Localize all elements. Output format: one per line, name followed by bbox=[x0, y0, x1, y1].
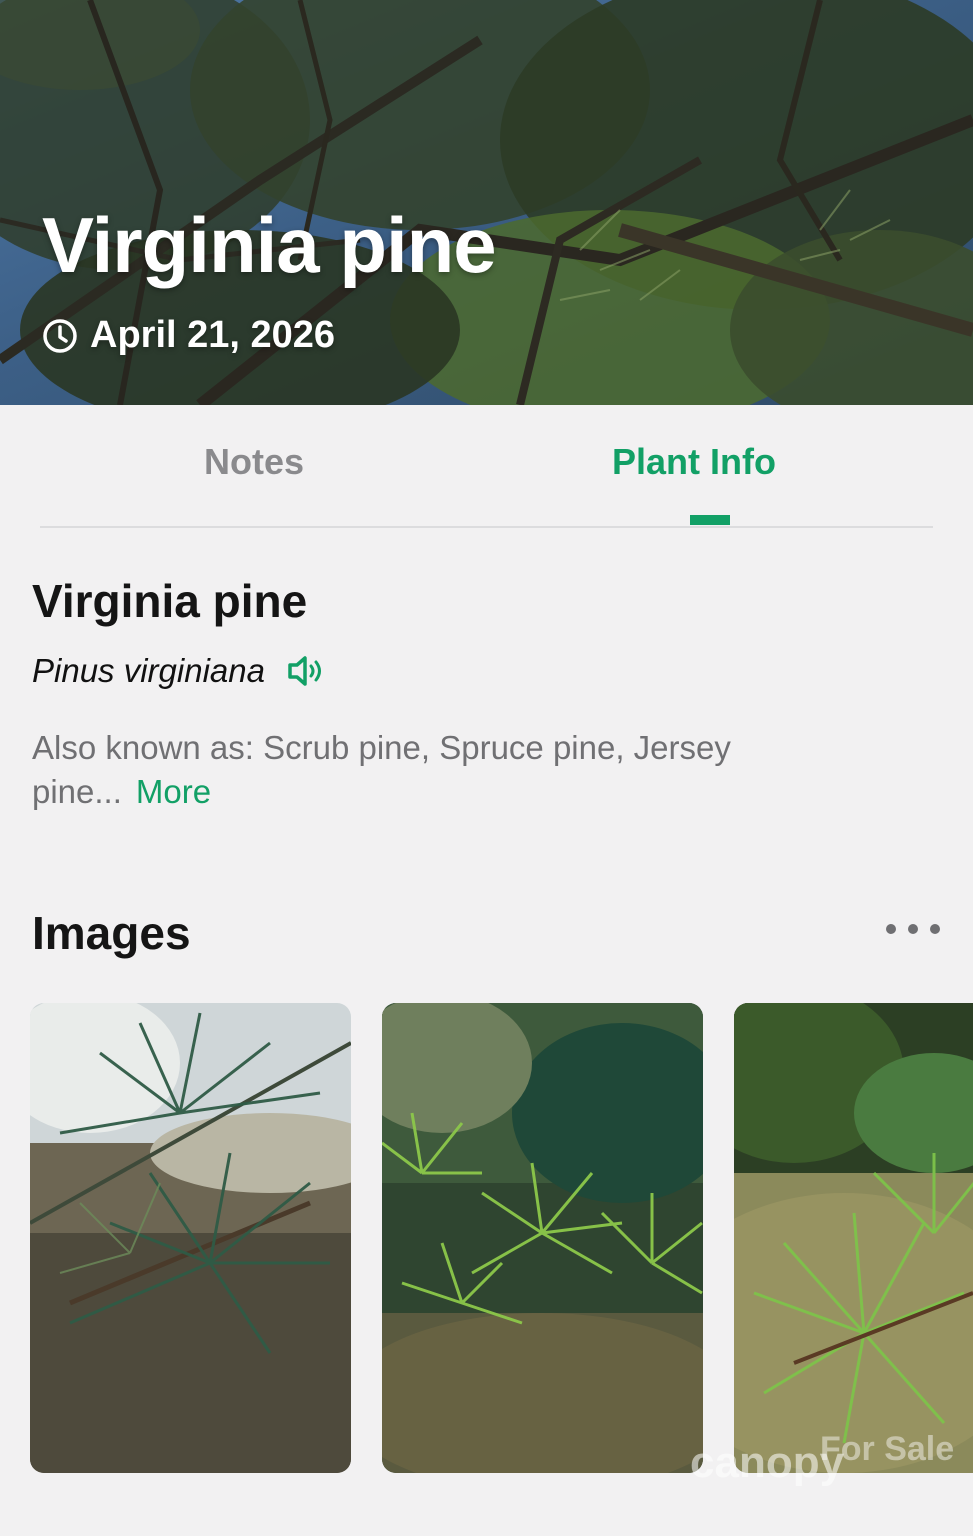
hero-date: April 21, 2026 bbox=[42, 314, 335, 357]
scientific-name-row: Pinus virginiana bbox=[32, 652, 325, 690]
tab-plant-info[interactable]: Plant Info bbox=[612, 441, 776, 483]
hero-image: Virginia pine April 21, 2026 bbox=[0, 0, 973, 405]
images-section-title: Images bbox=[32, 907, 191, 959]
plant-common-name: Virginia pine bbox=[32, 575, 308, 627]
tab-divider bbox=[40, 526, 933, 528]
plant-image-1[interactable] bbox=[30, 1003, 351, 1473]
more-link[interactable]: More bbox=[136, 773, 211, 810]
also-known-as: Also known as: Scrub pine, Spruce pine, … bbox=[32, 726, 852, 814]
hero-title: Virginia pine bbox=[42, 201, 497, 289]
tab-notes[interactable]: Notes bbox=[204, 441, 304, 483]
active-tab-indicator bbox=[690, 515, 730, 525]
watermark-for-sale: For Sale bbox=[820, 1430, 955, 1468]
tab-bar: Notes Plant Info bbox=[0, 405, 973, 529]
clock-icon bbox=[43, 318, 77, 353]
more-horizontal-icon[interactable] bbox=[886, 922, 940, 936]
plant-image-3[interactable] bbox=[734, 1003, 973, 1473]
date-text: April 21, 2026 bbox=[90, 314, 336, 356]
plant-scientific-name: Pinus virginiana bbox=[32, 652, 265, 689]
plant-image-2[interactable] bbox=[382, 1003, 703, 1473]
speaker-icon[interactable] bbox=[287, 655, 325, 687]
